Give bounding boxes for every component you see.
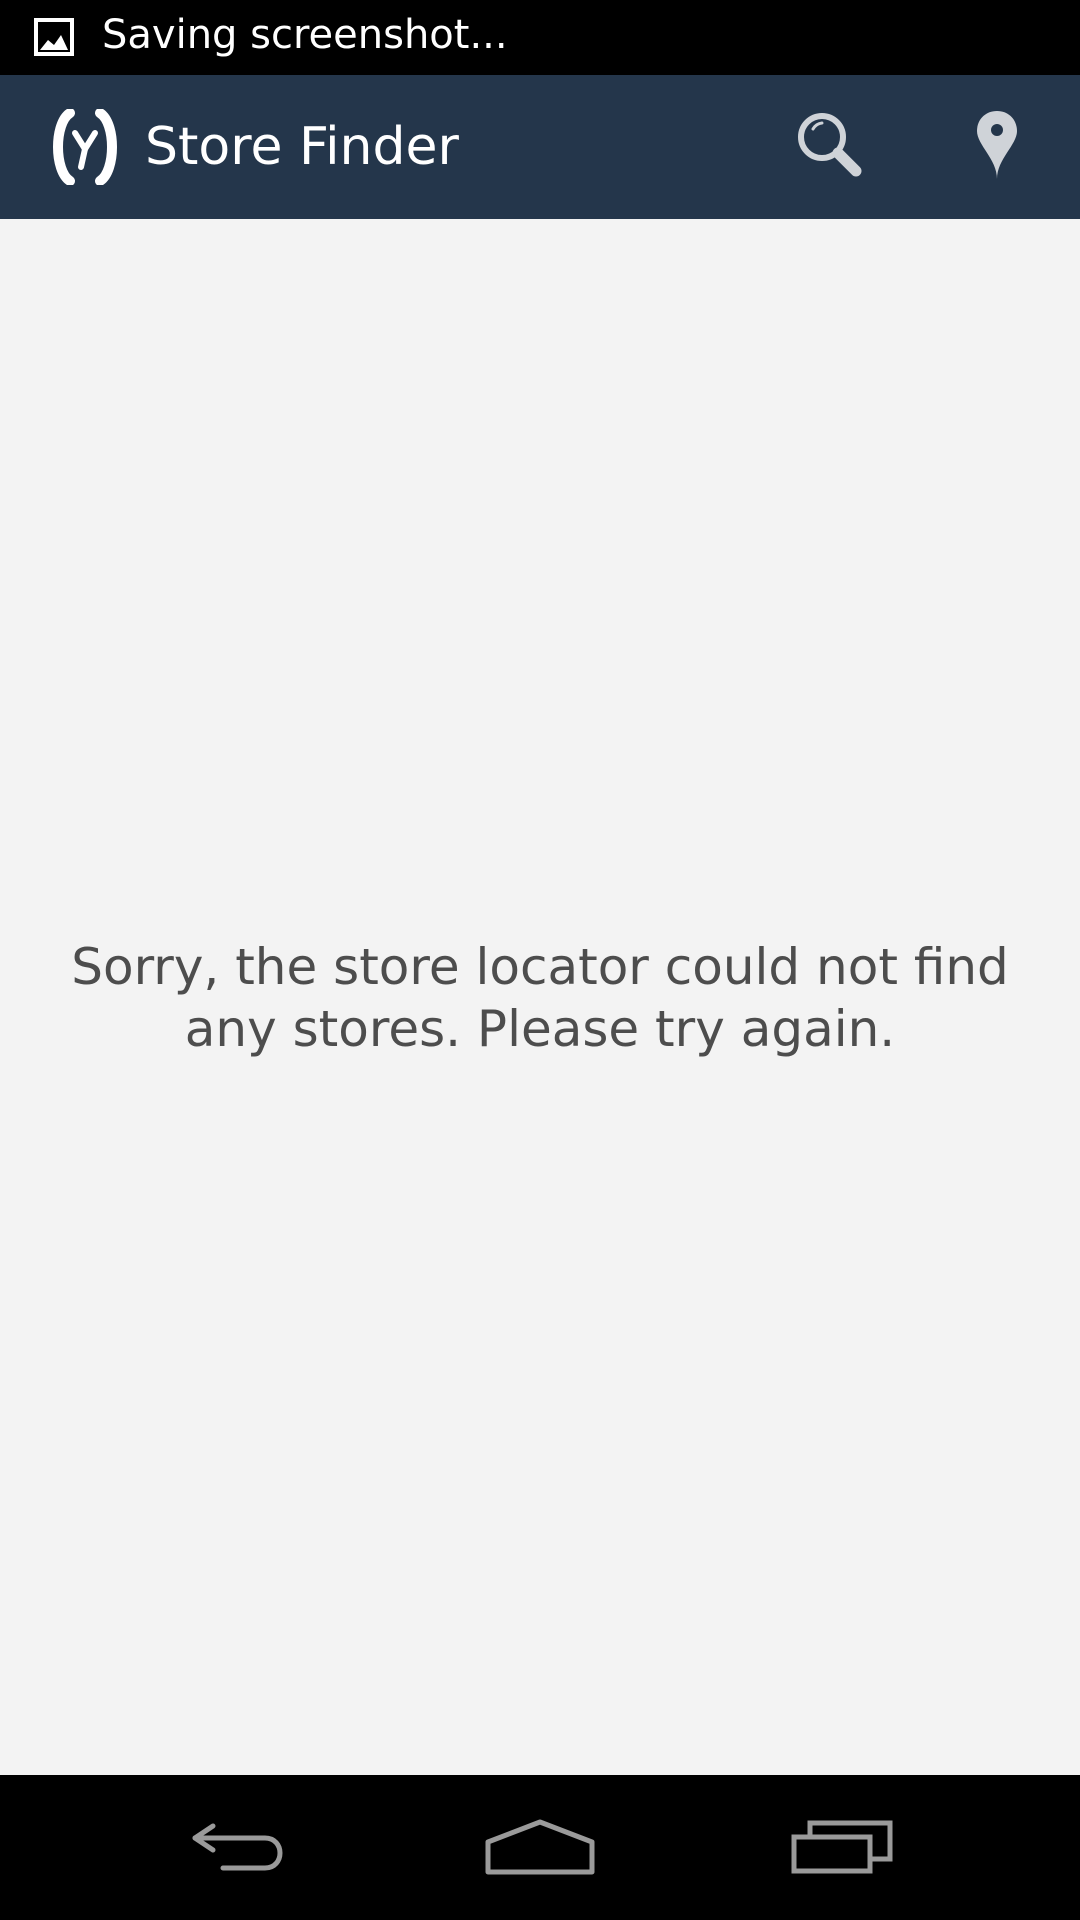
image-icon <box>34 18 74 56</box>
search-button[interactable] <box>770 75 890 219</box>
home-button[interactable] <box>450 1775 630 1920</box>
page-title: Store Finder <box>145 117 459 177</box>
recents-button[interactable] <box>753 1775 933 1920</box>
search-icon <box>792 107 868 187</box>
app-logo-icon[interactable] <box>50 108 120 186</box>
location-button[interactable] <box>937 75 1057 219</box>
content-area: Sorry, the store locator could not find … <box>0 219 1080 1775</box>
notification-text: Saving screenshot... <box>102 12 508 58</box>
empty-state-message: Sorry, the store locator could not find … <box>71 938 1009 1058</box>
screen: Saving screenshot... Store Finder Sorry,… <box>0 0 1080 1920</box>
back-icon <box>185 1816 295 1880</box>
action-bar: Store Finder <box>0 75 1080 219</box>
navigation-bar <box>0 1775 1080 1920</box>
back-button[interactable] <box>150 1775 330 1920</box>
recents-icon <box>790 1817 896 1879</box>
home-icon <box>484 1816 596 1880</box>
status-bar: Saving screenshot... <box>0 0 1080 75</box>
map-pin-icon <box>972 107 1022 187</box>
